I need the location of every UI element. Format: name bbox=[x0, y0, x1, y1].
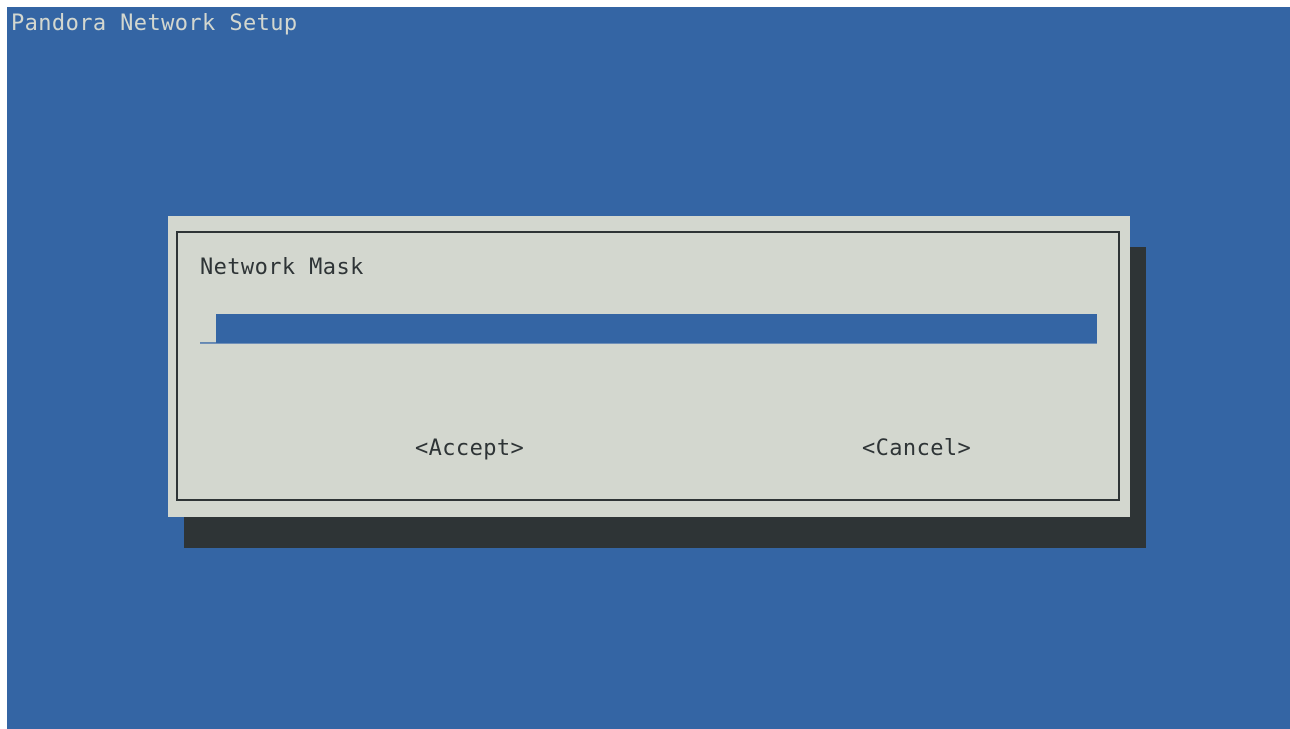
dialog-label: Network Mask bbox=[200, 255, 364, 280]
terminal-screen: Pandora Network Setup Network Mask <Acce… bbox=[7, 7, 1290, 729]
cancel-button[interactable]: <Cancel> bbox=[862, 436, 971, 462]
input-underline bbox=[200, 343, 1097, 344]
network-mask-input[interactable] bbox=[216, 314, 1097, 343]
network-mask-dialog: Network Mask <Accept> <Cancel> bbox=[168, 216, 1130, 517]
app-title: Pandora Network Setup bbox=[11, 11, 298, 36]
accept-button[interactable]: <Accept> bbox=[415, 436, 524, 462]
